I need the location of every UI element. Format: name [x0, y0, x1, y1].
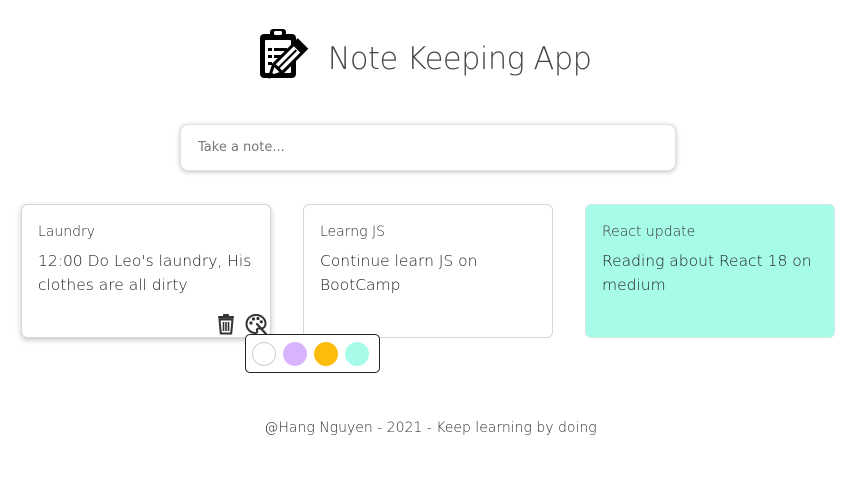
note-title: Laundry — [38, 224, 96, 240]
note-content: 12:00 Do Leo's laundry, His clothes are … — [38, 252, 252, 294]
note-content: Reading about React 18 on medium — [602, 252, 812, 294]
note-card-react-update[interactable]: React update Reading about React 18 on m… — [585, 204, 835, 338]
note-title: React update — [602, 224, 696, 240]
trash-icon[interactable] — [215, 313, 237, 335]
app-title: Note Keeping App — [327, 41, 592, 77]
app-header: Note Keeping App — [0, 26, 861, 92]
color-swatch-mint[interactable] — [345, 341, 369, 366]
footer-text: @Hang Nguyen - 2021 - Keep learning by d… — [264, 420, 597, 436]
app-page: Note Keeping App Laundry 12:00 Do Leo's … — [0, 0, 861, 479]
note-content: Continue learn JS on BootCamp — [320, 252, 478, 294]
color-swatch-yellow[interactable] — [314, 341, 338, 366]
take-note-input[interactable] — [180, 124, 676, 171]
color-swatch-white[interactable] — [252, 341, 276, 366]
note-card-learn-js[interactable]: Learng JS Continue learn JS on BootCamp — [303, 204, 553, 338]
color-palette-popup — [245, 334, 380, 373]
palette-icon[interactable] — [245, 313, 267, 335]
clipboard-pencil-icon — [259, 29, 309, 79]
color-swatch-purple[interactable] — [283, 341, 307, 366]
note-title: Learng JS — [320, 224, 385, 240]
